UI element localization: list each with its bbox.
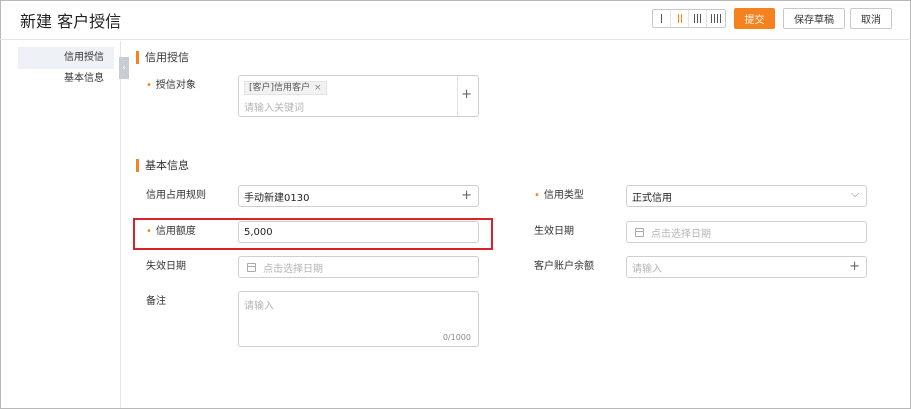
column-icon [694, 14, 695, 23]
layout-single-column-button[interactable] [653, 10, 671, 27]
column-icon [700, 14, 701, 23]
section-credit-heading: 信用授信 [136, 50, 189, 64]
rule-input[interactable]: 手动新建0130 + [238, 185, 479, 207]
nav-item-basic-info[interactable]: 基本信息 [18, 68, 114, 90]
credit-limit-label: • 信用额度 [146, 226, 196, 237]
divider [457, 76, 458, 116]
rule-value: 手动新建0130 [244, 192, 310, 204]
add-icon[interactable]: + [461, 88, 472, 102]
effective-date-label: 生效日期 [534, 226, 574, 237]
column-icon [677, 14, 679, 23]
tag-label: [客户]信用客户 [249, 83, 311, 93]
remark-label: 备注 [146, 296, 166, 307]
rule-label: 信用占用规则 [146, 190, 206, 201]
section-nav: 信用授信 基本信息 [0, 41, 121, 408]
expiry-date-picker[interactable]: 点击选择日期 [238, 256, 479, 278]
credit-object-label: • 授信对象 [146, 80, 196, 91]
section-title: 基本信息 [145, 159, 189, 172]
balance-input[interactable]: 请输入 + [626, 256, 867, 278]
balance-placeholder: 请输入 [632, 263, 662, 275]
credit-object-select[interactable]: [客户]信用客户 × 请输入关键词 + [238, 75, 479, 117]
credit-type-value: 正式信用 [632, 192, 672, 204]
add-icon[interactable]: + [849, 260, 860, 274]
section-marker [136, 158, 139, 172]
column-icon [661, 14, 662, 23]
column-icon [720, 14, 721, 23]
column-icon [711, 14, 712, 23]
chevron-down-icon: ⌵ [851, 189, 859, 200]
header: 新建 客户授信 提交 保存草稿 取消 [0, 0, 911, 40]
page-title: 新建 客户授信 [20, 12, 122, 31]
scrollbar[interactable] [900, 41, 910, 408]
layout-three-column-button[interactable] [689, 10, 707, 27]
section-title: 信用授信 [145, 51, 189, 64]
credit-type-label: • 信用类型 [534, 190, 584, 201]
keyword-input[interactable]: 请输入关键词 [244, 99, 304, 114]
remark-textarea[interactable]: 请输入 0/1000 [238, 291, 479, 347]
save-draft-button[interactable]: 保存草稿 [783, 8, 845, 29]
cancel-button[interactable]: 取消 [850, 8, 892, 29]
effective-date-placeholder: 点击选择日期 [651, 228, 711, 240]
close-icon[interactable]: × [314, 82, 322, 94]
column-icon [717, 14, 718, 23]
selected-tag: [客户]信用客户 × [244, 81, 327, 95]
nav-item-credit[interactable]: 信用授信 [18, 47, 114, 69]
column-icon [697, 14, 698, 23]
calendar-icon [635, 227, 644, 237]
chevron-left-icon: ‹ [122, 63, 126, 73]
layout-switcher [652, 9, 726, 28]
column-icon [714, 14, 715, 23]
section-marker [136, 50, 139, 64]
section-basic-heading: 基本信息 [136, 158, 189, 172]
collapse-nav-button[interactable]: ‹ [119, 57, 129, 79]
add-icon[interactable]: + [461, 189, 472, 203]
effective-date-picker[interactable]: 点击选择日期 [626, 221, 867, 243]
required-marker: • [146, 226, 152, 237]
column-icon [680, 14, 682, 23]
credit-limit-input[interactable]: 5,000 [238, 221, 479, 243]
required-marker: • [146, 80, 152, 91]
layout-two-column-button[interactable] [671, 10, 689, 27]
credit-limit-value: 5,000 [244, 226, 273, 238]
calendar-icon [247, 262, 256, 272]
balance-label: 客户账户余额 [534, 261, 594, 272]
required-marker: • [534, 190, 540, 201]
submit-button[interactable]: 提交 [734, 8, 775, 29]
expiry-date-placeholder: 点击选择日期 [263, 263, 323, 275]
remark-placeholder: 请输入 [244, 301, 274, 312]
layout-four-column-button[interactable] [707, 10, 725, 27]
character-counter: 0/1000 [442, 333, 471, 342]
credit-type-select[interactable]: 正式信用 ⌵ [626, 185, 867, 207]
expiry-date-label: 失效日期 [146, 261, 186, 272]
